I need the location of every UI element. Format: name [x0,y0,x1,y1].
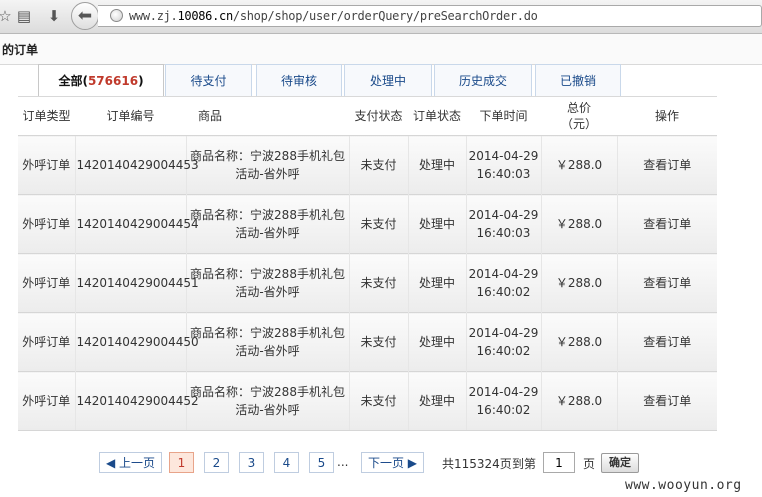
cell-order-type: 外呼订单 [18,312,75,372]
order-count: 576616 [87,74,139,88]
address-bar[interactable]: www.zj.10086.cn/shop/shop/user/orderQuer… [98,5,762,27]
tab-pending-payment[interactable]: 待支付 [165,64,252,96]
header-order-id: 订单编号 [75,96,186,136]
tab-history[interactable]: 历史成交 [434,64,532,96]
view-order-link[interactable]: 查看订单 [616,312,717,372]
header-order-time: 下单时间 [466,96,541,136]
cell-order-status: 处理中 [407,253,466,313]
cell-goods: 商品名称：宁波288手机礼包活动-省外呼 [185,135,349,195]
tab-all[interactable]: 全部(576616) [38,64,164,98]
watermark: www.wooyun.org [625,478,742,493]
cell-order-id: 1420140429004454 [74,194,199,254]
tab-cancelled[interactable]: 已撤销 [535,64,621,96]
tab-pending-review[interactable]: 待审核 [256,64,342,96]
back-button[interactable]: ⬅ [71,2,99,30]
cell-pay-status: 未支付 [348,253,408,313]
header-total-price: 总价 （元） [541,96,617,136]
cell-order-time: 2014-04-29 16:40:02 [465,371,541,431]
cell-order-time: 2014-04-29 16:40:02 [465,312,541,372]
view-order-link[interactable]: 查看订单 [616,253,717,313]
cell-order-id: 1420140429004451 [74,253,199,313]
goto-page-input[interactable] [543,452,575,473]
total-pages-text: 共115324页 [442,457,512,471]
table-row: 外呼订单 1420140429004452 商品名称：宁波288手机礼包活动-省… [18,371,717,431]
header-order-type: 订单类型 [18,96,75,136]
header-order-status: 订单状态 [408,96,466,136]
cell-order-id: 1420140429004450 [74,312,199,372]
cell-order-type: 外呼订单 [18,371,75,431]
download-icon[interactable]: ⬇ [45,7,63,25]
cell-order-status: 处理中 [407,194,466,254]
cell-price: ￥288.0 [540,371,617,431]
header-goods: 商品 [186,96,349,136]
view-order-link[interactable]: 查看订单 [616,371,717,431]
page-button[interactable]: 2 [204,452,229,473]
cell-pay-status: 未支付 [348,135,408,195]
cell-price: ￥288.0 [540,194,617,254]
header-action: 操作 [617,96,717,136]
cell-price: ￥288.0 [540,312,617,372]
goto-page-suffix: 页 [583,457,596,471]
cell-order-type: 外呼订单 [18,194,75,254]
cell-price: ￥288.0 [540,253,617,313]
page-ellipsis: ... [337,455,349,469]
cell-order-status: 处理中 [407,135,466,195]
star-icon[interactable]: ☆ [0,7,14,25]
page-button[interactable]: 4 [274,452,299,473]
header-pay-status: 支付状态 [349,96,408,136]
order-table-container: 订单类型 订单编号 商品 支付状态 订单状态 下单时间 总价 （元） 操作 外呼… [18,96,717,431]
cell-goods: 商品名称：宁波288手机礼包活动-省外呼 [185,194,349,254]
table-row: 外呼订单 1420140429004451 商品名称：宁波288手机礼包活动-省… [18,253,717,313]
page-button-current[interactable]: 1 [169,452,194,473]
order-table: 订单类型 订单编号 商品 支付状态 订单状态 下单时间 总价 （元） 操作 外呼… [18,96,717,431]
cell-order-time: 2014-04-29 16:40:03 [465,135,541,195]
cell-goods: 商品名称：宁波288手机礼包活动-省外呼 [185,371,349,431]
globe-icon [110,9,123,22]
goto-label: 到第 [512,457,537,471]
table-row: 外呼订单 1420140429004454 商品名称：宁波288手机礼包活动-省… [18,194,717,254]
cell-order-id: 1420140429004452 [74,371,199,431]
page-title: 的订单 [2,43,39,57]
confirm-button[interactable]: 确定 [601,453,639,473]
prev-page-button[interactable]: ◀ 上一页 [99,452,162,473]
cell-pay-status: 未支付 [348,194,408,254]
cell-price: ￥288.0 [540,135,617,195]
browser-toolbar: ☆ ▤ ⬇ ⬅ www.zj.10086.cn/shop/shop/user/o… [0,0,762,34]
cell-goods: 商品名称：宁波288手机礼包活动-省外呼 [185,253,349,313]
cell-order-status: 处理中 [407,371,466,431]
cell-order-id: 1420140429004453 [74,135,199,195]
tab-processing[interactable]: 处理中 [344,64,432,96]
reading-list-icon[interactable]: ▤ [15,7,33,25]
page-header: 的订单 [0,34,762,65]
cell-order-time: 2014-04-29 16:40:03 [465,194,541,254]
next-page-button[interactable]: 下一页 ▶ [361,452,424,473]
cell-order-type: 外呼订单 [18,253,75,313]
cell-goods: 商品名称：宁波288手机礼包活动-省外呼 [185,312,349,372]
table-row: 外呼订单 1420140429004450 商品名称：宁波288手机礼包活动-省… [18,312,717,372]
cell-pay-status: 未支付 [348,371,408,431]
cell-order-status: 处理中 [407,312,466,372]
table-header-row: 订单类型 订单编号 商品 支付状态 订单状态 下单时间 总价 （元） 操作 [18,96,717,136]
cell-pay-status: 未支付 [348,312,408,372]
view-order-link[interactable]: 查看订单 [616,135,717,195]
cell-order-type: 外呼订单 [18,135,75,195]
page-button[interactable]: 5 [309,452,334,473]
url-text[interactable]: www.zj.10086.cn/shop/shop/user/orderQuer… [129,9,538,23]
page-button[interactable]: 3 [239,452,264,473]
table-row: 外呼订单 1420140429004453 商品名称：宁波288手机礼包活动-省… [18,135,717,195]
cell-order-time: 2014-04-29 16:40:02 [465,253,541,313]
view-order-link[interactable]: 查看订单 [616,194,717,254]
